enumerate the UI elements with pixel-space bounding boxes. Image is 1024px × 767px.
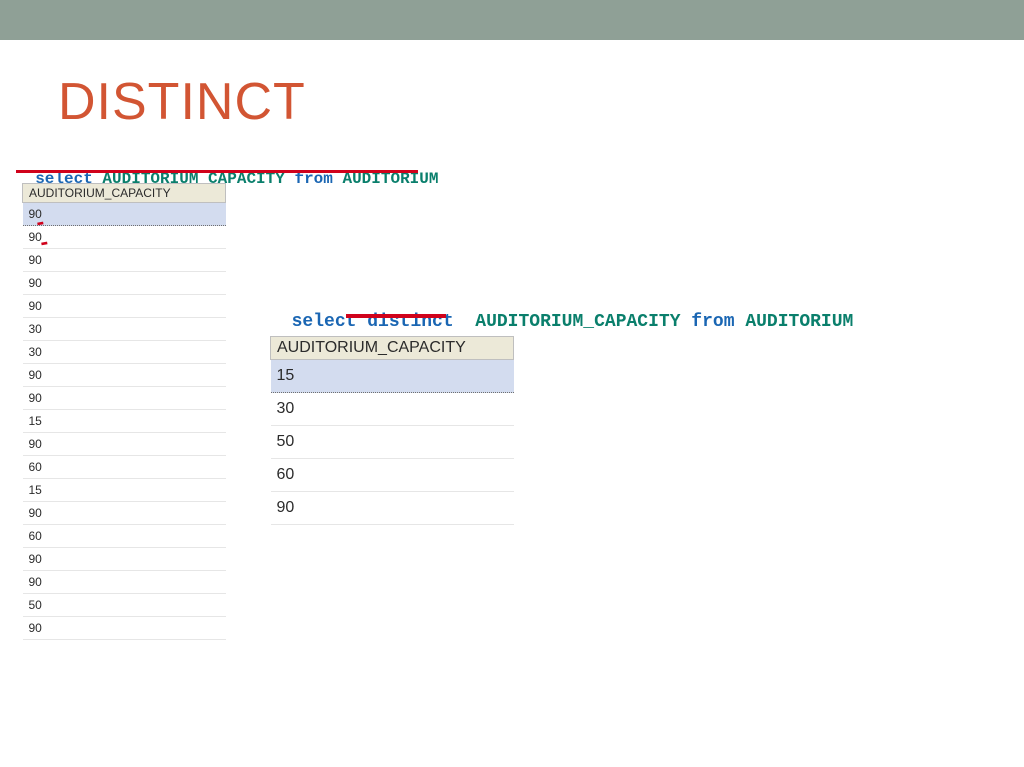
sql-ident-col: AUDITORIUM_CAPACITY [475,312,680,332]
sql-ident-table: AUDITORIUM [745,312,853,332]
table-cell: 90 [23,249,226,272]
table-cell: 90 [23,364,226,387]
table-cell: 50 [271,426,514,459]
red-underline-2 [346,314,446,318]
table-row: 90 [23,272,226,295]
sql-query-2: select distinct AUDITORIUM_CAPACITY from… [270,292,853,332]
table-row: 30 [23,318,226,341]
table-row: 30 [23,341,226,364]
table-cell: 60 [271,459,514,492]
table-row: 90 [23,617,226,640]
table-row: 90 [23,295,226,318]
table-header: AUDITORIUM_CAPACITY [271,337,514,360]
table-cell: 90 [23,571,226,594]
table-row: 30 [271,393,514,426]
table-cell: 90 [23,617,226,640]
table-cell: 15 [23,479,226,502]
table-cell: 30 [271,393,514,426]
table-row: 50 [271,426,514,459]
table-row: 90 [23,502,226,525]
table-row: 90 [23,387,226,410]
table-cell: 30 [23,341,226,364]
table-row: 15 [271,360,514,393]
table-row: 60 [271,459,514,492]
table-row: 90 [23,571,226,594]
table-cell: 15 [271,360,514,393]
table-row: 90 [23,364,226,387]
table-cell: 90 [23,272,226,295]
table-row: 90 [23,548,226,571]
table-cell: 90 [23,548,226,571]
slide-title: DISTINCT [58,72,306,132]
table-cell: 30 [23,318,226,341]
table-cell: 60 [23,525,226,548]
table-row: 15 [23,410,226,433]
sql-keyword-from: from [681,312,746,332]
table-row: 90 [23,249,226,272]
table-cell: 90 [23,226,226,249]
table-cell: 90 [23,295,226,318]
table-header: AUDITORIUM_CAPACITY [23,184,226,203]
table-cell: 90 [23,387,226,410]
table-row: 50 [23,594,226,617]
table-row: 90 [23,203,226,226]
table-row: 90 [23,433,226,456]
table-row: 15 [23,479,226,502]
table-row: 60 [23,525,226,548]
result-table-2: AUDITORIUM_CAPACITY 1530506090 [270,336,514,525]
table-row: 90 [23,226,226,249]
table-row: 90 [271,492,514,525]
table-cell: 90 [23,203,226,226]
table-cell: 50 [23,594,226,617]
table-cell: 90 [23,433,226,456]
slide-top-bar [0,0,1024,40]
table-cell: 90 [271,492,514,525]
result-table-1: AUDITORIUM_CAPACITY 90909090903030909015… [22,183,226,640]
table-cell: 15 [23,410,226,433]
table-cell: 60 [23,456,226,479]
table-row: 60 [23,456,226,479]
red-underline-1 [16,170,418,173]
table-cell: 90 [23,502,226,525]
